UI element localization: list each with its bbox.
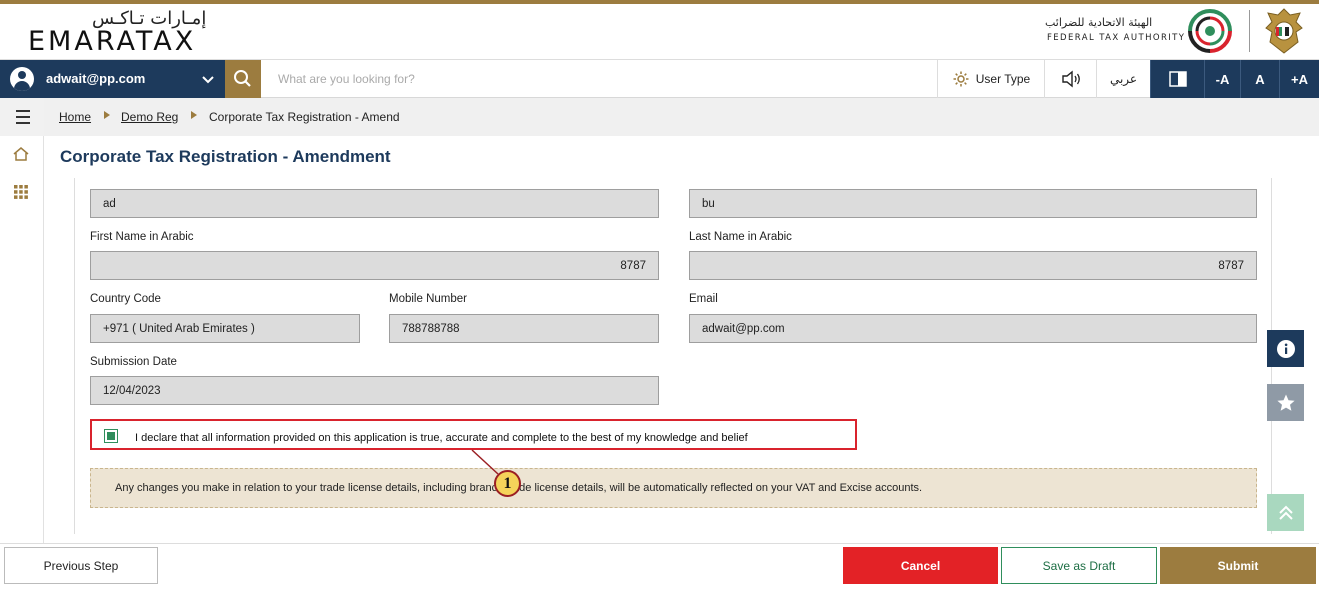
uae-emblem-icon	[1265, 8, 1303, 54]
gear-icon	[953, 71, 969, 87]
email-field: adwait@pp.com	[689, 314, 1257, 343]
user-avatar-icon	[10, 67, 34, 91]
info-icon	[1276, 339, 1295, 358]
submit-button[interactable]: Submit	[1160, 547, 1316, 584]
emaratax-logo[interactable]: EMARATAX	[28, 26, 196, 57]
first-name-arabic-field: 8787	[90, 251, 659, 280]
fta-arabic-name: الهيئة الاتحادية للضرائب	[1045, 16, 1153, 29]
search-input[interactable]	[268, 66, 928, 92]
toolbar: adwait@pp.com User Type عربي -A A +A	[0, 60, 1319, 98]
user-type-button[interactable]: User Type	[937, 60, 1044, 98]
contrast-icon	[1168, 71, 1187, 87]
email-label: Email	[689, 293, 718, 305]
double-chevron-up-icon	[1278, 505, 1293, 520]
checkbox-checked-icon	[107, 432, 115, 440]
country-code-field: +971 ( United Arab Emirates )	[90, 314, 360, 343]
breadcrumb-home[interactable]: Home	[59, 110, 91, 124]
hamburger-icon	[16, 110, 30, 124]
breadcrumb-current: Corporate Tax Registration - Amend	[209, 110, 400, 124]
declaration-text: I declare that all information provided …	[135, 432, 748, 444]
search-button[interactable]	[225, 60, 261, 98]
last-name-arabic-label: Last Name in Arabic	[689, 231, 792, 243]
fta-logo-icon	[1188, 9, 1232, 53]
chevron-down-icon	[202, 76, 214, 84]
first-name-english-field: ad	[90, 189, 659, 218]
breadcrumb-arrow-icon	[104, 111, 110, 119]
font-increase-button[interactable]: +A	[1279, 60, 1319, 98]
user-email: adwait@pp.com	[46, 71, 146, 86]
mobile-number-field: 788788788	[389, 314, 659, 343]
callout-marker: 1	[494, 470, 521, 497]
breadcrumb-arrow-icon	[191, 111, 197, 119]
notice-banner: Any changes you make in relation to your…	[90, 468, 1257, 508]
breadcrumb-demo-reg[interactable]: Demo Reg	[121, 110, 178, 124]
breadcrumb: Home Demo Reg Corporate Tax Registration…	[44, 98, 1319, 136]
audio-button[interactable]	[1044, 60, 1096, 98]
user-menu-button[interactable]: adwait@pp.com	[0, 60, 225, 98]
font-decrease-button[interactable]: -A	[1204, 60, 1240, 98]
menu-toggle-button[interactable]	[0, 98, 44, 136]
search-icon	[234, 70, 251, 87]
country-code-label: Country Code	[90, 293, 161, 305]
scroll-top-button[interactable]	[1267, 494, 1304, 531]
user-type-label: User Type	[975, 72, 1031, 86]
favorite-button[interactable]	[1267, 384, 1304, 421]
mobile-number-label: Mobile Number	[389, 293, 467, 305]
header: إمـارات تـاكـس EMARATAX الهيئة الاتحادية…	[0, 4, 1319, 60]
star-icon	[1276, 394, 1295, 411]
submission-date-label: Submission Date	[90, 356, 177, 368]
footer-actions: Previous Step Cancel Save as Draft Submi…	[0, 543, 1319, 590]
grid-icon[interactable]	[13, 184, 29, 200]
fta-english-name: FEDERAL TAX AUTHORITY	[1047, 33, 1186, 43]
declaration-checkbox[interactable]	[104, 429, 118, 443]
language-label: عربي	[1109, 72, 1138, 86]
first-name-arabic-label: First Name in Arabic	[90, 231, 194, 243]
contrast-button[interactable]	[1150, 60, 1204, 98]
declaration-row: I declare that all information provided …	[90, 419, 857, 450]
save-draft-button[interactable]: Save as Draft	[1001, 547, 1157, 584]
page-title: Corporate Tax Registration - Amendment	[60, 147, 391, 166]
sidebar	[0, 98, 44, 543]
speaker-icon	[1061, 70, 1080, 88]
info-button[interactable]	[1267, 330, 1304, 367]
cancel-button[interactable]: Cancel	[843, 547, 998, 584]
home-icon[interactable]	[12, 146, 30, 162]
previous-step-button[interactable]: Previous Step	[4, 547, 158, 584]
language-toggle[interactable]: عربي	[1096, 60, 1150, 98]
font-normal-button[interactable]: A	[1240, 60, 1279, 98]
last-name-arabic-field: 8787	[689, 251, 1257, 280]
header-divider	[1249, 10, 1250, 52]
submission-date-field: 12/04/2023	[90, 376, 659, 405]
last-name-english-field: bu	[689, 189, 1257, 218]
